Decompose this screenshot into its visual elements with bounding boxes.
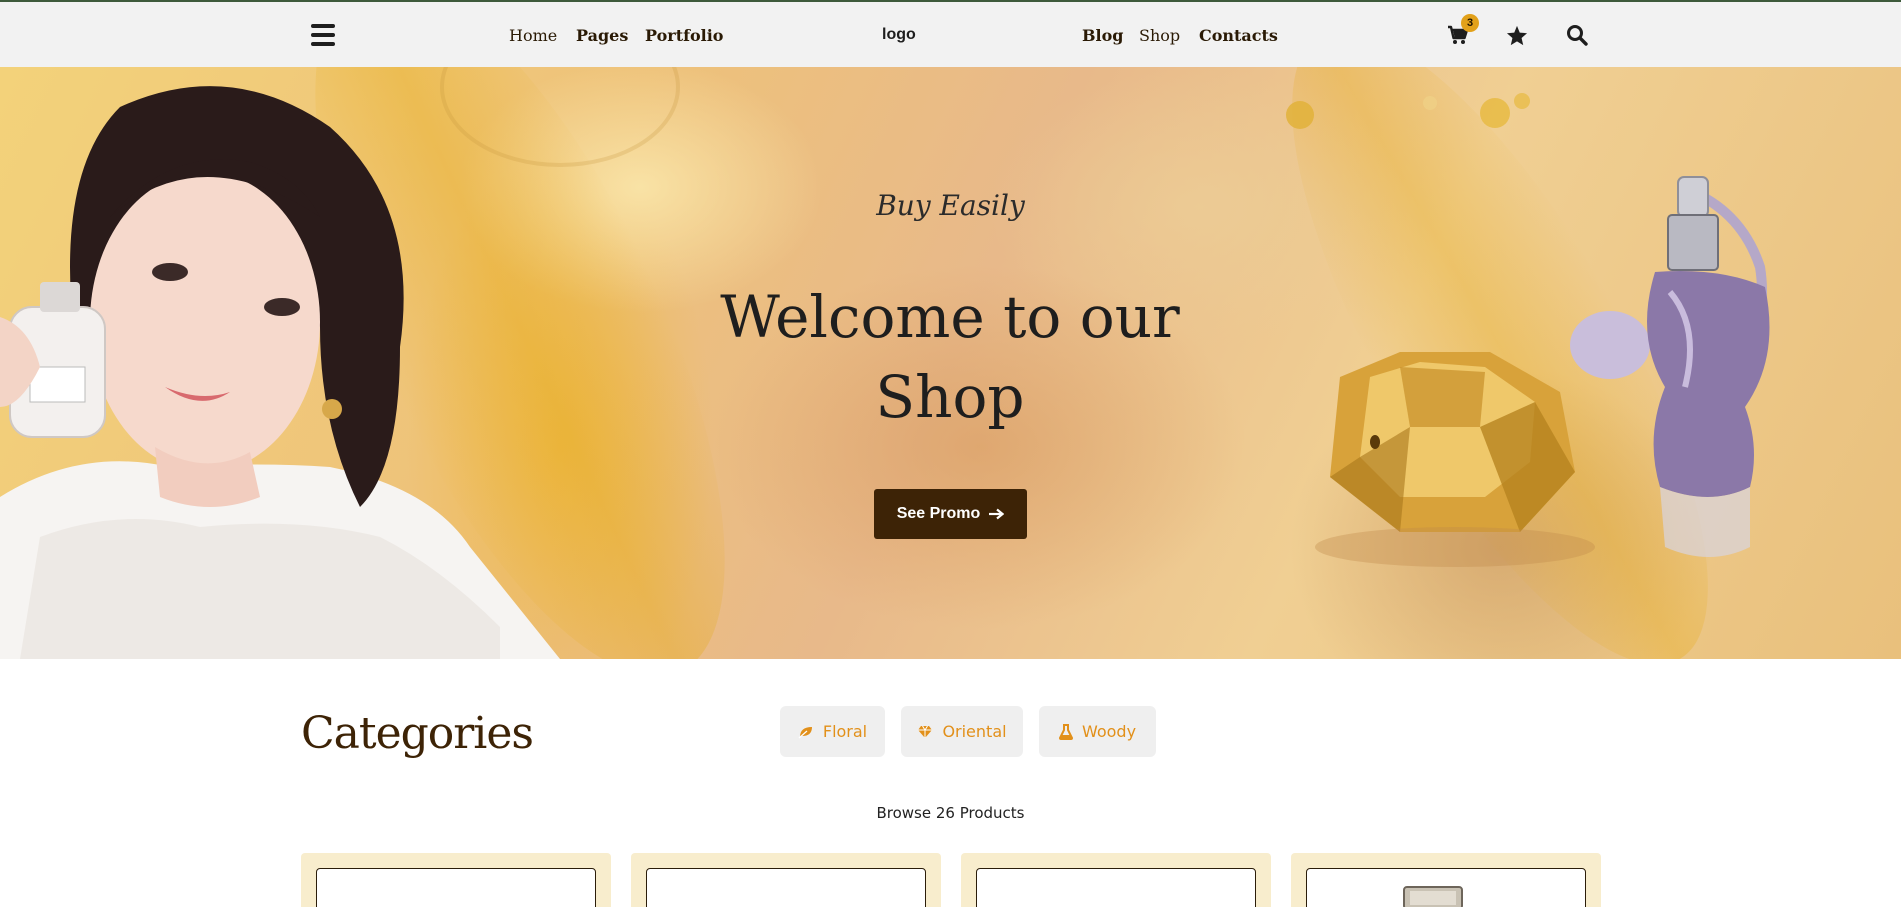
- product-card-image-frame: [1306, 868, 1586, 907]
- search-button[interactable]: [1562, 20, 1592, 50]
- hero-title: Welcome to our Shop: [650, 277, 1250, 437]
- categories-heading: Categories: [301, 708, 534, 759]
- hero-banner: Buy Easily Welcome to our Shop See Promo: [0, 67, 1901, 659]
- hero-title-line2: Shop: [875, 363, 1025, 431]
- gem-icon: [918, 725, 933, 738]
- filter-floral-label: Floral: [822, 722, 868, 741]
- product-card-image-frame: [316, 868, 596, 907]
- filter-floral-button[interactable]: Floral: [780, 706, 885, 757]
- filter-oriental-label: Oriental: [942, 722, 1007, 741]
- arrow-right-icon: [989, 508, 1005, 520]
- product-card[interactable]: [631, 853, 941, 907]
- filter-oriental-button[interactable]: Oriental: [901, 706, 1023, 757]
- product-card[interactable]: [1291, 853, 1601, 907]
- see-promo-button[interactable]: See Promo: [874, 489, 1027, 539]
- top-navbar: Home Pages Portfolio logo Blog Shop Cont…: [0, 0, 1901, 67]
- favorites-button[interactable]: [1502, 20, 1532, 50]
- browse-products-count: Browse 26 Products: [876, 804, 1025, 822]
- cart-count-badge: 3: [1461, 14, 1479, 32]
- nav-link-portfolio[interactable]: Portfolio: [645, 26, 723, 46]
- hero-title-line1: Welcome to our: [720, 283, 1180, 351]
- nav-link-pages[interactable]: Pages: [576, 26, 628, 46]
- product-card[interactable]: [301, 853, 611, 907]
- nav-link-shop[interactable]: Shop: [1139, 26, 1180, 46]
- product-card-image-frame: [646, 868, 926, 907]
- site-logo[interactable]: logo: [882, 26, 916, 44]
- menu-icon[interactable]: [311, 24, 335, 46]
- see-promo-label: See Promo: [896, 505, 981, 522]
- product-card[interactable]: [961, 853, 1271, 907]
- filter-woody-label: Woody: [1081, 722, 1137, 741]
- nav-link-blog[interactable]: Blog: [1082, 26, 1123, 46]
- product-thumbnail-image: [1403, 886, 1463, 907]
- model-woman-image: [0, 86, 560, 659]
- star-icon: [1506, 25, 1528, 45]
- cart-button[interactable]: 3: [1443, 14, 1479, 50]
- product-card-image-frame: [976, 868, 1256, 907]
- filter-woody-button[interactable]: Woody: [1039, 706, 1156, 757]
- hero-tagline: Buy Easily: [876, 189, 1025, 222]
- leaf-icon: [798, 726, 812, 738]
- nav-link-contacts[interactable]: Contacts: [1199, 26, 1278, 46]
- flask-icon: [1058, 723, 1073, 740]
- nav-link-home[interactable]: Home: [509, 26, 557, 46]
- search-icon: [1567, 25, 1588, 46]
